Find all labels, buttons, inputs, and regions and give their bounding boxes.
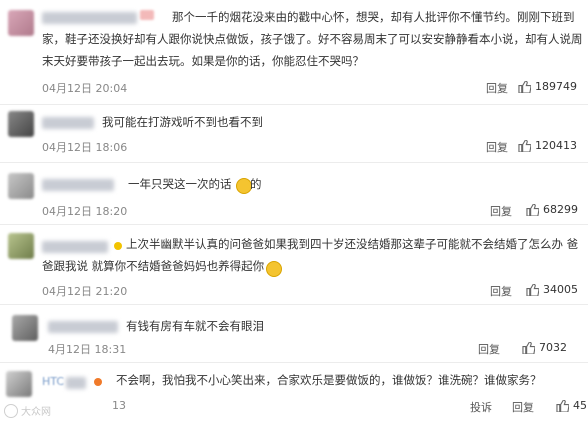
thumb-up-icon <box>556 399 569 412</box>
comment-date: 04月12日 21:20 <box>42 285 128 298</box>
watermark: 大众网 <box>4 403 51 418</box>
username[interactable] <box>48 319 124 333</box>
comment-item: HTC 不会啊，我怕我不小心笑出来，合家欢乐是要做饭的，谁做饭？谁洗碗？谁做家务… <box>0 363 588 424</box>
reply-button[interactable]: 回复 <box>490 203 512 219</box>
like-count: 189749 <box>535 80 577 93</box>
comment-text: 一年只哭这一次的话 <box>128 177 232 191</box>
vip-badge-icon <box>94 378 102 386</box>
like-button[interactable]: 7032 <box>522 341 567 354</box>
comment-date: 04月12日 18:06 <box>42 141 128 154</box>
comment-text: 我可能在打游戏听不到也看不到 <box>102 115 263 129</box>
avatar[interactable] <box>8 173 34 199</box>
comment-date: 4月12日 18:31 <box>48 343 127 356</box>
comment-text: 上次半幽默半认真的问爸爸如果我到四十岁还没结婚那这辈子可能就不会结婚了怎么办 爸 <box>126 237 579 251</box>
comment-date: 04月12日 18:20 <box>42 205 128 218</box>
emoji-icon <box>266 261 282 277</box>
comment-date: 13 <box>112 399 126 412</box>
avatar[interactable] <box>8 233 34 259</box>
reply-button[interactable]: 回复 <box>478 341 500 357</box>
username[interactable] <box>42 177 120 191</box>
like-button[interactable]: 68299 <box>526 203 578 216</box>
like-count: 45 <box>573 399 587 412</box>
comment-text: 爸跟我说 就算你不结婚爸爸妈妈也养得起你 <box>42 259 265 273</box>
comment-item: 有钱有房有车就不会有眼泪 4月12日 18:31 回复 7032 <box>0 305 588 363</box>
comment-text: 不会啊，我怕我不小心笑出来，合家欢乐是要做饭的，谁做饭？谁洗碗？谁做家务？ <box>116 373 542 387</box>
comment-item: 上次半幽默半认真的问爸爸如果我到四十岁还没结婚那这辈子可能就不会结婚了怎么办 爸… <box>0 225 588 305</box>
username-blur <box>66 375 92 389</box>
user-badge <box>140 10 154 20</box>
comment-item: 我可能在打游戏听不到也看不到 04月12日 18:06 回复 120413 <box>0 105 588 163</box>
comment-text: 末天好要带孩子一起出去玩。如果是你的话，你能忍住不哭吗？ <box>42 54 364 68</box>
reply-button[interactable]: 回复 <box>486 80 508 96</box>
like-button[interactable]: 34005 <box>526 283 578 296</box>
like-count: 34005 <box>543 283 578 296</box>
avatar[interactable] <box>8 111 34 137</box>
username[interactable]: HTC <box>42 375 64 388</box>
thumb-up-icon <box>526 283 539 296</box>
username[interactable] <box>42 239 114 253</box>
username[interactable] <box>42 115 100 129</box>
like-count: 68299 <box>543 203 578 216</box>
comment-text: 那个一千的烟花没来由的戳中心怀，想哭，却有人批评你不懂节约。刚刚下班到 <box>172 10 575 24</box>
like-count: 7032 <box>539 341 567 354</box>
reply-button[interactable]: 回复 <box>512 399 534 415</box>
like-button[interactable]: 120413 <box>518 139 577 152</box>
comment-item: 那个一千的烟花没来由的戳中心怀，想哭，却有人批评你不懂节约。刚刚下班到 家，鞋子… <box>0 0 588 104</box>
avatar[interactable] <box>8 10 34 36</box>
watermark-logo-icon <box>4 403 18 418</box>
username[interactable] <box>42 10 143 24</box>
avatar[interactable] <box>6 371 32 397</box>
vip-badge-icon <box>114 242 122 250</box>
comment-text: 的 <box>250 177 262 191</box>
thumb-up-icon <box>518 139 531 152</box>
comment-date: 04月12日 20:04 <box>42 82 128 95</box>
comment-item: 一年只哭这一次的话 的 04月12日 18:20 回复 68299 <box>0 163 588 225</box>
thumb-up-icon <box>518 80 531 93</box>
report-button[interactable]: 投诉 <box>470 399 492 415</box>
like-button[interactable]: 45 <box>556 399 587 412</box>
avatar[interactable] <box>12 315 38 341</box>
reply-button[interactable]: 回复 <box>486 139 508 155</box>
comment-text: 家，鞋子还没换好却有人跟你说快点做饭，孩子饿了。好不容易周末了可以安安静静看本小… <box>42 32 583 46</box>
like-count: 120413 <box>535 139 577 152</box>
comment-text: 有钱有房有车就不会有眼泪 <box>126 319 264 333</box>
watermark-text: 大众网 <box>21 407 51 418</box>
thumb-up-icon <box>526 203 539 216</box>
like-button[interactable]: 189749 <box>518 80 577 93</box>
thumb-up-icon <box>522 341 535 354</box>
reply-button[interactable]: 回复 <box>490 283 512 299</box>
